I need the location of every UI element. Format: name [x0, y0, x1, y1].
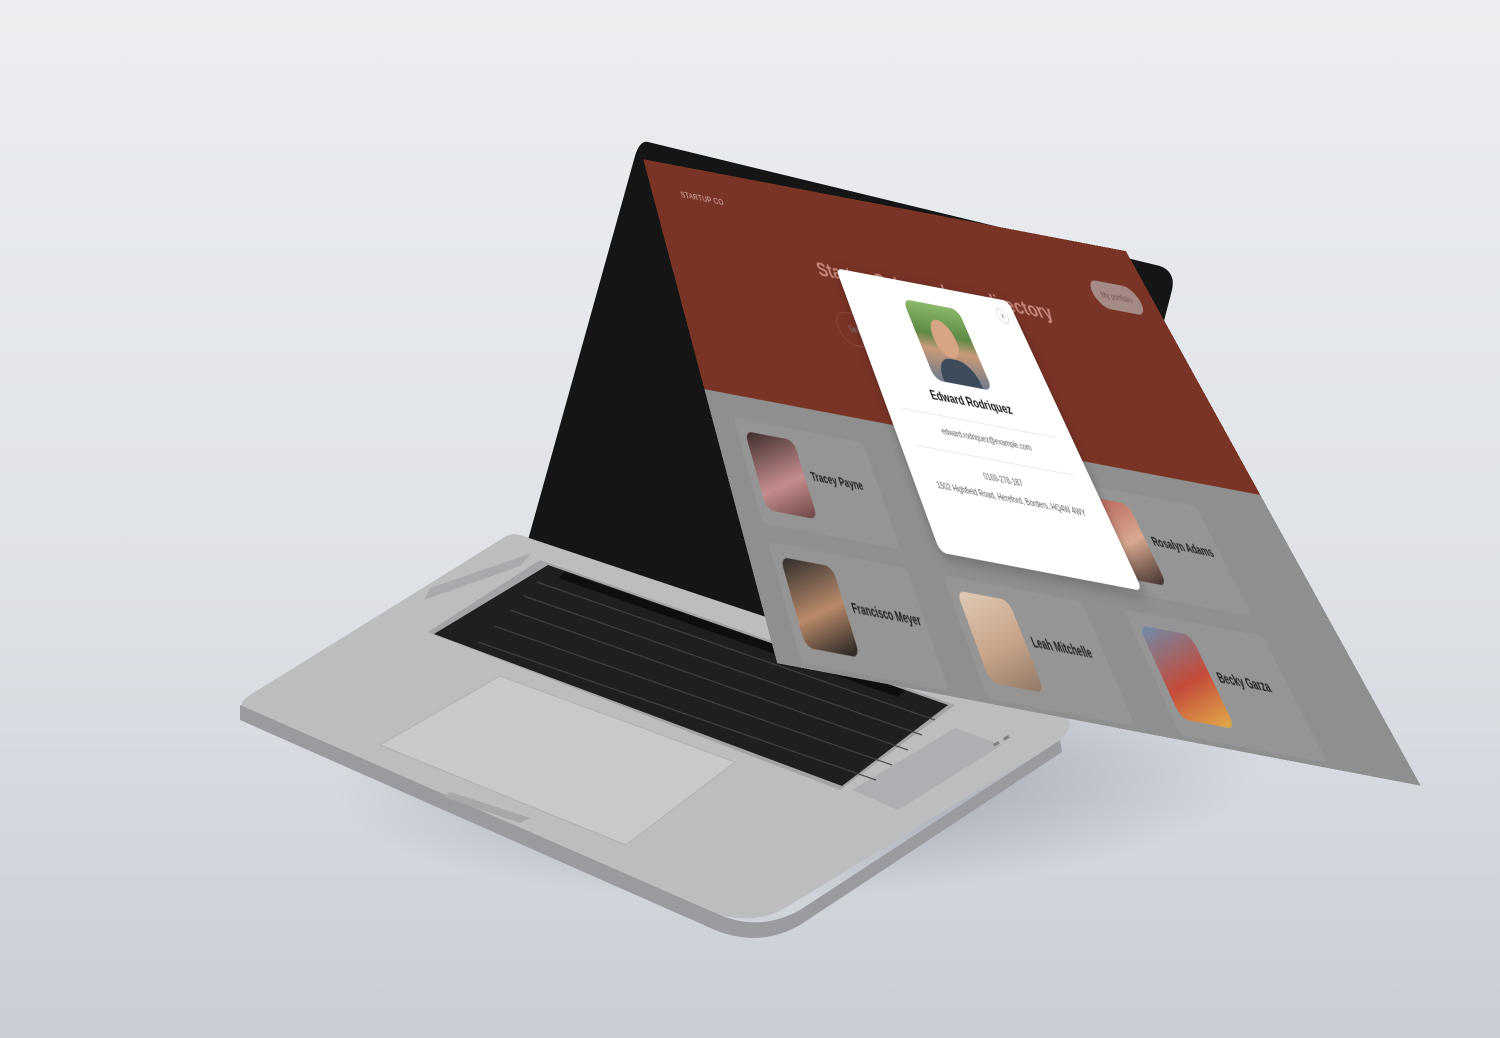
- speaker-right: [852, 728, 1002, 810]
- port-1: [993, 741, 1000, 747]
- close-icon[interactable]: ✕: [993, 307, 1012, 325]
- laptop-base-edge: [240, 705, 1062, 938]
- modal-avatar: [902, 298, 994, 391]
- hinge-notch: [444, 792, 530, 823]
- trackpad: [378, 675, 737, 846]
- laptop-screen: STARTUP CO My portfolio Startup Co's emp…: [643, 159, 1421, 786]
- speaker-left: [424, 553, 532, 600]
- port-2: [1003, 734, 1010, 741]
